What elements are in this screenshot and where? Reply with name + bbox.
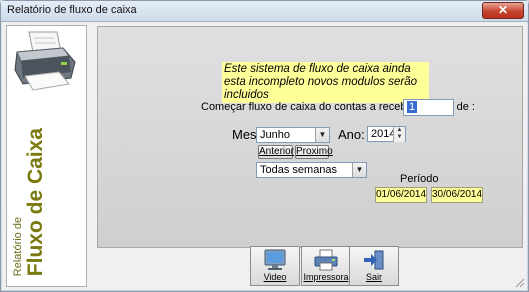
video-button[interactable]: Video: [250, 246, 300, 286]
side-title-small: Relatório de: [12, 216, 24, 276]
period-end-field[interactable]: 30/06/2014: [431, 187, 483, 203]
spin-up-icon[interactable]: ▲: [394, 127, 405, 134]
side-panel: Relatório de Fluxo de Caixa: [6, 25, 87, 287]
exit-label: Sair: [365, 272, 382, 282]
title-bar[interactable]: Relatório de fluxo de caixa ✕: [1, 1, 528, 22]
window-title: Relatório de fluxo de caixa: [7, 4, 137, 16]
close-button[interactable]: ✕: [482, 2, 524, 19]
previous-button[interactable]: Anterior: [258, 145, 295, 159]
monitor-icon: [264, 249, 286, 270]
client-area: Relatório de Fluxo de Caixa Este sistema…: [2, 22, 527, 290]
main-panel: Este sistema de fluxo de caixa ainda est…: [97, 26, 523, 248]
printer-icon: [14, 31, 76, 91]
month-select[interactable]: Junho ▼: [256, 127, 330, 143]
year-stepper[interactable]: 2014 ▲ ▼: [367, 126, 406, 142]
start-day-value: 1: [407, 101, 418, 113]
side-title: Relatório de Fluxo de Caixa: [12, 128, 48, 276]
year-value: 2014: [371, 128, 396, 140]
start-day-input[interactable]: 1: [403, 99, 454, 116]
resize-grip-icon[interactable]: [515, 278, 525, 288]
report-window: Relatório de fluxo de caixa ✕ Relatório …: [0, 0, 529, 292]
spin-down-icon[interactable]: ▼: [394, 134, 405, 141]
side-title-big: Fluxo de Caixa: [24, 127, 47, 276]
previous-label: Anterior: [259, 146, 295, 157]
notice-text: Este sistema de fluxo de caixa ainda est…: [222, 62, 429, 103]
next-button[interactable]: Proximo: [295, 145, 333, 159]
printer-icon: [314, 249, 338, 271]
year-spin-buttons[interactable]: ▲ ▼: [393, 127, 405, 142]
video-label: Video: [263, 272, 287, 282]
period-start-field[interactable]: 01/06/2014: [375, 187, 427, 203]
exit-button[interactable]: Sair: [349, 246, 399, 286]
close-icon: ✕: [497, 3, 509, 17]
year-label: Ano:: [338, 127, 365, 142]
weeks-value: Todas semanas: [260, 164, 338, 176]
weeks-select[interactable]: Todas semanas ▼: [256, 162, 367, 178]
month-value: Junho: [260, 129, 290, 141]
chevron-down-icon[interactable]: ▼: [315, 128, 329, 142]
period-label: Período: [400, 173, 439, 185]
next-label: Proximo: [296, 146, 333, 157]
printer-label: Impressora: [303, 272, 349, 282]
printer-button[interactable]: Impressora: [301, 246, 351, 286]
chevron-down-icon[interactable]: ▼: [352, 163, 366, 177]
exit-icon: [364, 250, 384, 270]
